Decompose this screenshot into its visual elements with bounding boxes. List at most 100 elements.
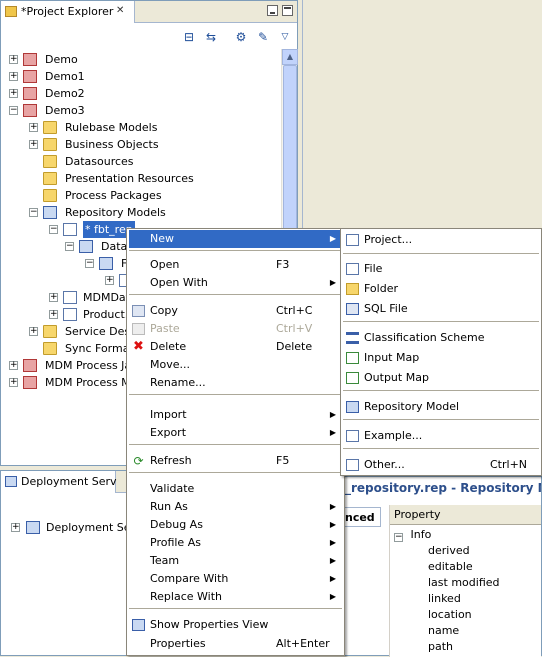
tab-deployment-server[interactable]: Deployment Serv (1, 471, 117, 493)
menu-item-output-map[interactable]: Output Map (343, 369, 539, 387)
folder-icon (43, 155, 57, 168)
collapse-icon[interactable]: − (49, 225, 58, 234)
expand-icon[interactable]: + (29, 123, 38, 132)
property-row[interactable]: derived (428, 543, 470, 559)
collapse-icon[interactable]: − (394, 533, 403, 542)
expand-icon[interactable]: + (49, 293, 58, 302)
menu-item-label: Input Map (364, 351, 420, 364)
tree-item-label: Product. (83, 308, 129, 321)
menu-item-team[interactable]: Team ▶ (129, 552, 342, 570)
menu-item-run-as[interactable]: Run As ▶ (129, 498, 342, 516)
menu-item-rename[interactable]: Rename... (129, 374, 342, 392)
menu-item-show-properties-view[interactable]: Show Properties View (129, 616, 342, 634)
menu-item-example[interactable]: Example... (343, 427, 539, 445)
pin-icon[interactable]: ✎ (255, 29, 271, 45)
file-icon (63, 223, 77, 236)
submenu-arrow-icon: ▶ (329, 278, 336, 287)
menu-item-sql-file[interactable]: SQL File (343, 300, 539, 318)
menu-item-label: Run As (150, 500, 188, 513)
menu-item-import[interactable]: Import ▶ (129, 406, 342, 424)
link-with-editor-icon[interactable]: ⇆ (203, 29, 219, 45)
menu-item-debug-as[interactable]: Debug As ▶ (129, 516, 342, 534)
menu-item-export[interactable]: Export ▶ (129, 424, 342, 442)
menu-item-open[interactable]: Open F3 (129, 256, 342, 274)
property-row[interactable]: location (428, 607, 472, 623)
menu-item-label: Properties (150, 637, 206, 650)
context-menu: New ▶ Open F3 Open With ▶ Copy Ctrl+C Paste Ctrl+… (126, 228, 345, 656)
filter-icon[interactable]: ⚙ (233, 29, 249, 45)
expand-icon[interactable]: + (9, 55, 18, 64)
menu-item-refresh[interactable]: ⟳ Refresh F5 (129, 452, 342, 470)
menu-item-label: Validate (150, 482, 195, 495)
menu-item-replace-with[interactable]: Replace With ▶ (129, 588, 342, 606)
menu-item-properties[interactable]: Properties Alt+Enter (129, 635, 342, 653)
menu-item-label: File (364, 262, 383, 275)
project-icon (23, 87, 37, 100)
submenu-arrow-icon: ▶ (329, 556, 336, 565)
folder-icon (346, 283, 359, 295)
menu-item-label: Delete (150, 340, 187, 353)
menu-item-open-with[interactable]: Open With ▶ (129, 274, 342, 292)
collapse-icon[interactable]: − (29, 208, 38, 217)
tab-project-explorer[interactable]: *Project Explorer ✕ (1, 1, 135, 23)
collapse-icon[interactable]: − (65, 242, 74, 251)
scroll-up-icon[interactable]: ▲ (282, 49, 298, 65)
menu-item-copy[interactable]: Copy Ctrl+C (129, 302, 342, 320)
folder-icon (43, 172, 57, 185)
menu-item-file[interactable]: File (343, 260, 539, 278)
menu-item-label: Export (150, 426, 187, 439)
menu-item-label: Classification Scheme (364, 331, 485, 344)
menu-item-shortcut: Ctrl+C (276, 304, 313, 317)
expand-icon[interactable]: + (11, 523, 20, 532)
expand-icon[interactable]: + (29, 327, 38, 336)
menu-item-validate[interactable]: Validate (129, 480, 342, 498)
expand-icon[interactable]: + (29, 140, 38, 149)
maximize-button[interactable] (282, 5, 293, 16)
collapse-all-icon[interactable]: ⊟ (181, 29, 197, 45)
menu-item-repository-model[interactable]: Repository Model (343, 398, 539, 416)
expand-icon[interactable]: + (9, 89, 18, 98)
model-icon (43, 206, 57, 219)
menu-item-delete[interactable]: ✖ Delete Delete (129, 338, 342, 356)
property-row[interactable]: path (428, 639, 453, 655)
property-group[interactable]: − Info (394, 527, 431, 543)
menu-item-input-map[interactable]: Input Map (343, 349, 539, 367)
menu-item-other[interactable]: Other... Ctrl+N (343, 456, 539, 474)
menu-separator (343, 448, 539, 449)
minimize-button[interactable] (267, 5, 278, 16)
menu-separator (343, 253, 539, 254)
column-header-property[interactable]: Property (390, 505, 541, 525)
tab-advanced[interactable]: nced (345, 507, 381, 527)
menu-item-move[interactable]: Move... (129, 356, 342, 374)
tree-item-label: Presentation Resources (65, 172, 194, 185)
folder-icon (43, 138, 57, 151)
collapse-icon[interactable]: − (9, 106, 18, 115)
menu-item-new[interactable]: New ▶ (129, 230, 342, 248)
property-row[interactable]: name (428, 623, 459, 639)
tree-item-label: Sync Format (65, 342, 134, 355)
property-row[interactable]: linked (428, 591, 461, 607)
menu-separator (129, 472, 342, 473)
close-icon[interactable]: ✕ (116, 5, 124, 16)
menu-item-project[interactable]: Project... (343, 231, 539, 249)
property-row[interactable]: last modified (428, 575, 500, 591)
menu-item-profile-as[interactable]: Profile As ▶ (129, 534, 342, 552)
menu-item-classification-scheme[interactable]: Classification Scheme (343, 329, 539, 347)
view-menu-icon[interactable]: ▽ (277, 29, 293, 45)
menu-item-paste[interactable]: Paste Ctrl+V (129, 320, 342, 338)
menu-item-compare-with[interactable]: Compare With ▶ (129, 570, 342, 588)
model-icon (79, 240, 93, 253)
expand-icon[interactable]: + (9, 361, 18, 370)
collapse-icon[interactable]: − (85, 259, 94, 268)
properties-view-icon (132, 619, 145, 631)
expand-icon[interactable]: + (49, 310, 58, 319)
file-icon (63, 291, 77, 304)
expand-icon[interactable]: + (9, 72, 18, 81)
property-row[interactable]: editable (428, 559, 473, 575)
expand-icon[interactable]: + (9, 378, 18, 387)
menu-separator (343, 321, 539, 322)
menu-item-folder[interactable]: Folder (343, 280, 539, 298)
expand-icon[interactable]: + (105, 276, 114, 285)
properties-title: _repository.rep - Repository M (345, 477, 541, 499)
menu-item-label: Import (150, 408, 187, 421)
